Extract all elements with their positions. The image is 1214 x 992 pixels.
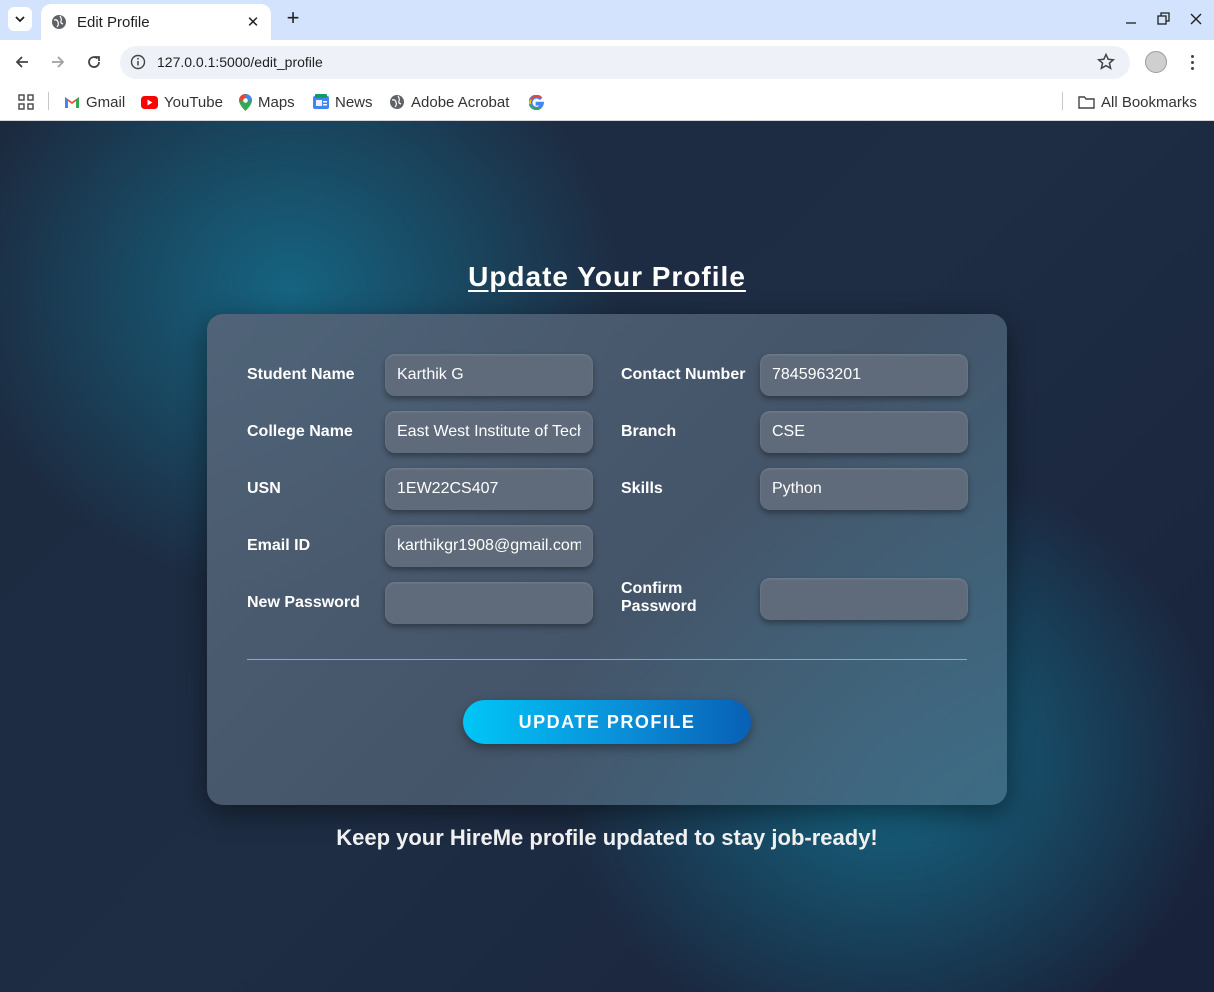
college-name-label: College Name <box>247 423 353 440</box>
usn-input[interactable] <box>385 468 593 510</box>
bookmarks-separator <box>48 92 49 110</box>
folder-icon <box>1078 96 1095 109</box>
bookmark-label: News <box>335 93 373 111</box>
address-bar[interactable]: 127.0.0.1:5000/edit_profile <box>120 46 1130 79</box>
college-name-input[interactable] <box>385 411 593 453</box>
page-body: Update Your Profile Student Name Contact… <box>0 121 1214 992</box>
branch-input[interactable] <box>760 411 968 453</box>
restore-icon[interactable] <box>1152 8 1174 30</box>
contact-number-input[interactable] <box>760 354 968 396</box>
update-profile-button[interactable]: UPDATE PROFILE <box>463 700 751 744</box>
gmail-icon <box>65 97 79 108</box>
bookmark-maps[interactable]: Maps <box>239 92 295 112</box>
tab-strip: Edit Profile ✕ + <box>0 0 1214 40</box>
bookmark-label: YouTube <box>164 93 223 111</box>
tab-edit-profile[interactable]: Edit Profile ✕ <box>41 4 271 40</box>
close-window-icon[interactable] <box>1185 8 1207 30</box>
chevron-down-icon <box>15 16 25 23</box>
skills-input[interactable] <box>760 468 968 510</box>
apps-icon[interactable] <box>18 92 40 112</box>
all-bookmarks-label: All Bookmarks <box>1101 93 1197 111</box>
site-info-icon[interactable] <box>130 54 146 70</box>
bookmark-youtube[interactable]: YouTube <box>141 92 223 112</box>
page-title: Update Your Profile <box>468 261 746 292</box>
bookmark-star-icon[interactable] <box>1096 52 1116 72</box>
email-input[interactable] <box>385 525 593 567</box>
profile-avatar[interactable] <box>1145 51 1167 73</box>
globe-icon <box>390 95 404 109</box>
news-icon <box>313 94 329 109</box>
student-name-label: Student Name <box>247 366 355 383</box>
confirm-password-label: Confirm Password <box>621 580 697 615</box>
bookmark-label: Maps <box>258 93 295 111</box>
bookmarks-separator <box>1062 92 1063 110</box>
forward-icon[interactable] <box>47 51 69 73</box>
menu-icon[interactable] <box>1181 51 1203 73</box>
new-tab-button[interactable]: + <box>282 7 304 30</box>
url-text: 127.0.0.1:5000/edit_profile <box>157 54 323 70</box>
skills-label: Skills <box>621 480 663 497</box>
all-bookmarks-button[interactable]: All Bookmarks <box>1078 92 1197 112</box>
bookmark-adobe-acrobat[interactable]: Adobe Acrobat <box>389 92 509 112</box>
tagline: Keep your HireMe profile updated to stay… <box>336 825 878 850</box>
bookmark-gmail[interactable]: Gmail <box>64 92 125 112</box>
form-divider <box>247 659 967 660</box>
bookmark-google[interactable] <box>529 92 550 112</box>
bookmarks-bar: Gmail YouTube Maps News Adobe Acrobat Al… <box>0 84 1214 121</box>
bookmark-label: Gmail <box>86 93 126 111</box>
bookmark-label: Adobe Acrobat <box>411 93 510 111</box>
reload-icon[interactable] <box>83 51 105 73</box>
tab-search-button[interactable] <box>8 7 32 31</box>
google-icon <box>529 94 544 110</box>
bookmark-news[interactable]: News <box>313 92 373 112</box>
student-name-input[interactable] <box>385 354 593 396</box>
new-password-input[interactable] <box>385 582 593 624</box>
confirm-password-input[interactable] <box>760 578 968 620</box>
email-label: Email ID <box>247 537 311 554</box>
new-password-label: New Password <box>247 594 360 611</box>
branch-label: Branch <box>621 423 677 440</box>
globe-icon <box>52 15 66 29</box>
minimize-icon[interactable] <box>1120 8 1142 30</box>
usn-label: USN <box>247 480 281 497</box>
maps-icon <box>239 93 252 111</box>
browser-toolbar: 127.0.0.1:5000/edit_profile <box>0 40 1214 84</box>
youtube-icon <box>141 95 158 109</box>
edit-profile-form: Student Name Contact Number College Name… <box>207 314 1007 805</box>
tab-title: Edit Profile <box>77 13 150 31</box>
back-icon[interactable] <box>11 51 33 73</box>
contact-number-label: Contact Number <box>621 366 746 383</box>
close-tab-icon[interactable]: ✕ <box>245 13 261 31</box>
